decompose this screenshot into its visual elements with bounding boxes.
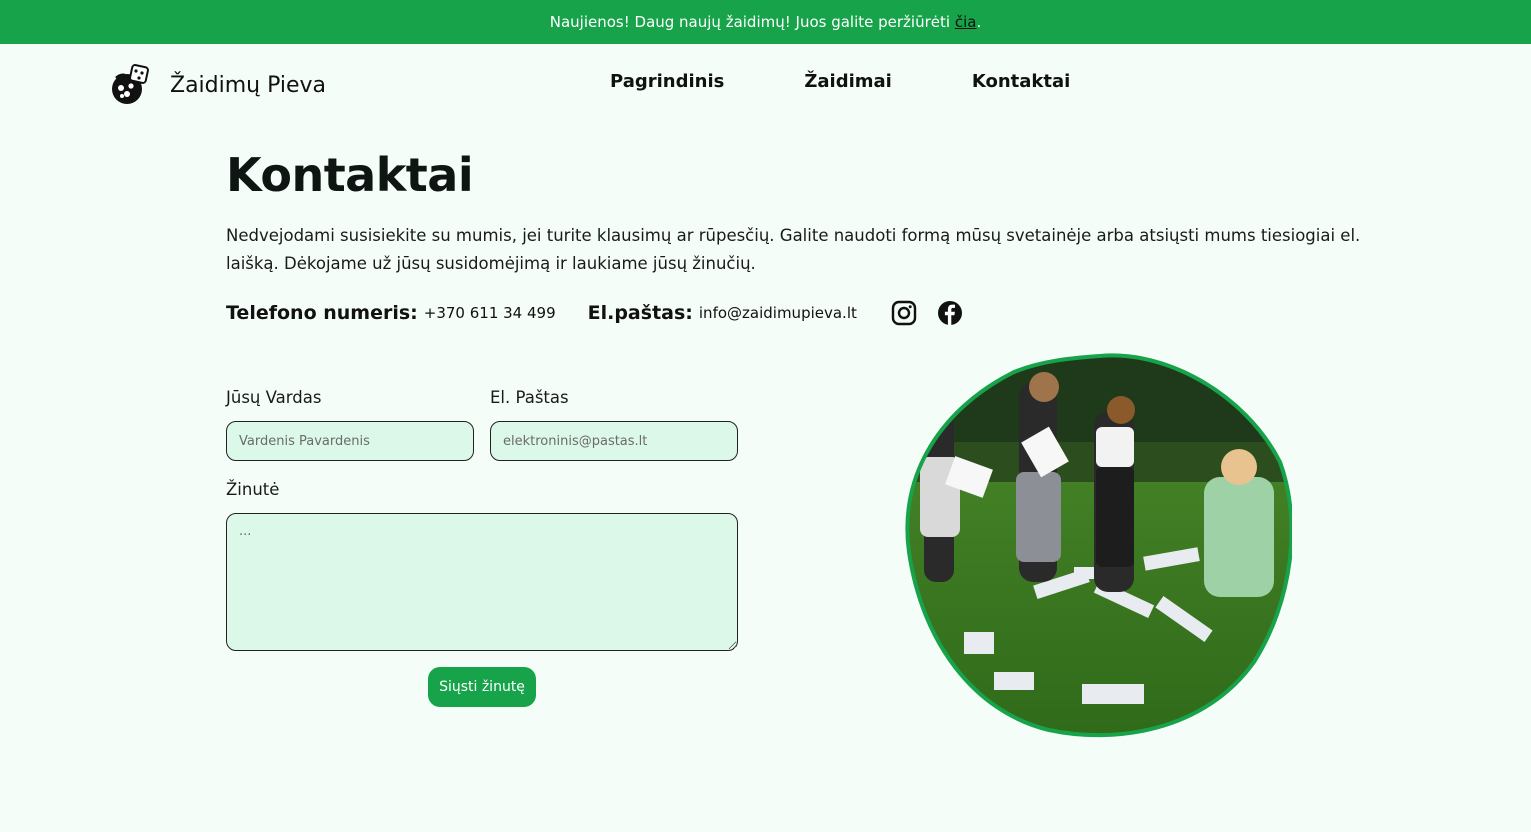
email-field-label: El. Paštas: [490, 388, 569, 407]
main-nav: Pagrindinis Žaidimai Kontaktai: [610, 71, 1070, 92]
nav-item-home[interactable]: Pagrindinis: [610, 71, 724, 92]
email-input[interactable]: [490, 421, 738, 461]
banner-link[interactable]: čia: [955, 13, 977, 31]
announcement-banner: Naujienos! Daug naujų žaidimų! Juos gali…: [0, 0, 1531, 44]
dice-ball-logo-icon: [112, 64, 149, 104]
social-links: [891, 300, 963, 326]
page-intro: Nedvejodami susisiekite su mumis, jei tu…: [226, 226, 1361, 273]
email-value: info@zaidimupieva.lt: [698, 304, 857, 322]
instagram-icon[interactable]: [891, 300, 917, 326]
brand-name: Žaidimų Pieva: [170, 72, 327, 98]
kids-playing-dominoes-photo: [905, 353, 1292, 738]
send-message-button[interactable]: Siųsti žinutę: [428, 667, 536, 707]
email-label: El.paštas:: [587, 302, 693, 324]
message-label: Žinutė: [226, 480, 280, 499]
banner-text: Naujienos! Daug naujų žaidimų! Juos gali…: [549, 13, 951, 31]
message-textarea[interactable]: [226, 513, 738, 651]
phone-value: +370 611 34 499: [423, 304, 556, 322]
banner-suffix: .: [976, 13, 982, 31]
name-label: Jūsų Vardas: [226, 388, 322, 407]
nav-item-contacts[interactable]: Kontaktai: [972, 71, 1070, 92]
brand-logo-link[interactable]: Žaidimų Pieva: [108, 64, 326, 106]
facebook-icon[interactable]: [937, 300, 963, 326]
nav-item-games[interactable]: Žaidimai: [804, 71, 892, 92]
page-title: Kontaktai: [226, 148, 474, 202]
name-input[interactable]: [226, 421, 474, 461]
contact-info: Telefono numeris: +370 611 34 499 El.paš…: [226, 300, 963, 326]
phone-label: Telefono numeris:: [226, 302, 418, 324]
